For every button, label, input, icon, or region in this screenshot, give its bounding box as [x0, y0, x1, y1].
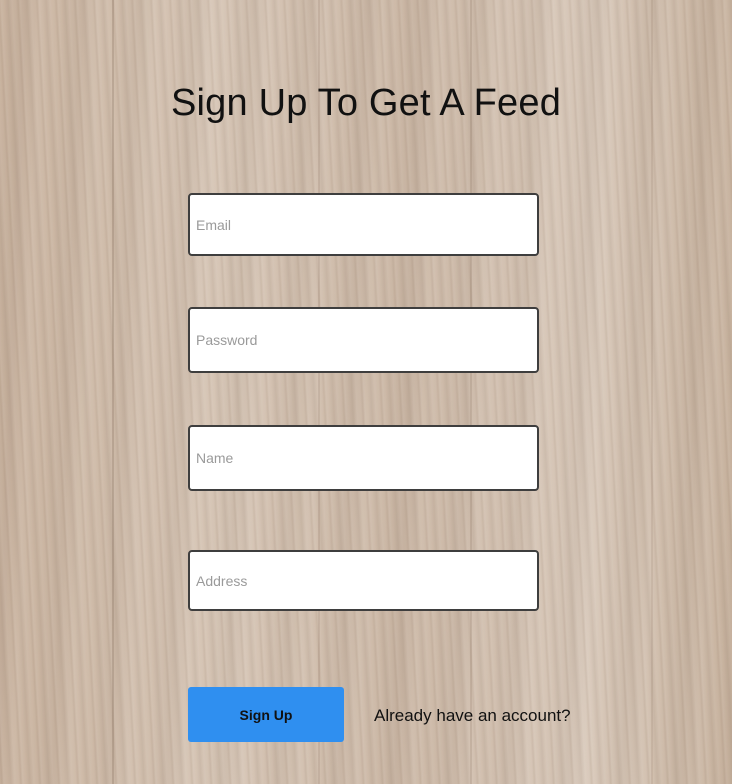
name-field[interactable] [188, 425, 539, 491]
password-field[interactable] [188, 307, 539, 373]
page-title: Sign Up To Get A Feed [170, 82, 562, 124]
email-field[interactable] [188, 193, 539, 256]
login-link[interactable]: Already have an account? [374, 706, 571, 726]
sign-up-button[interactable]: Sign Up [188, 687, 344, 742]
address-field[interactable] [188, 550, 539, 611]
